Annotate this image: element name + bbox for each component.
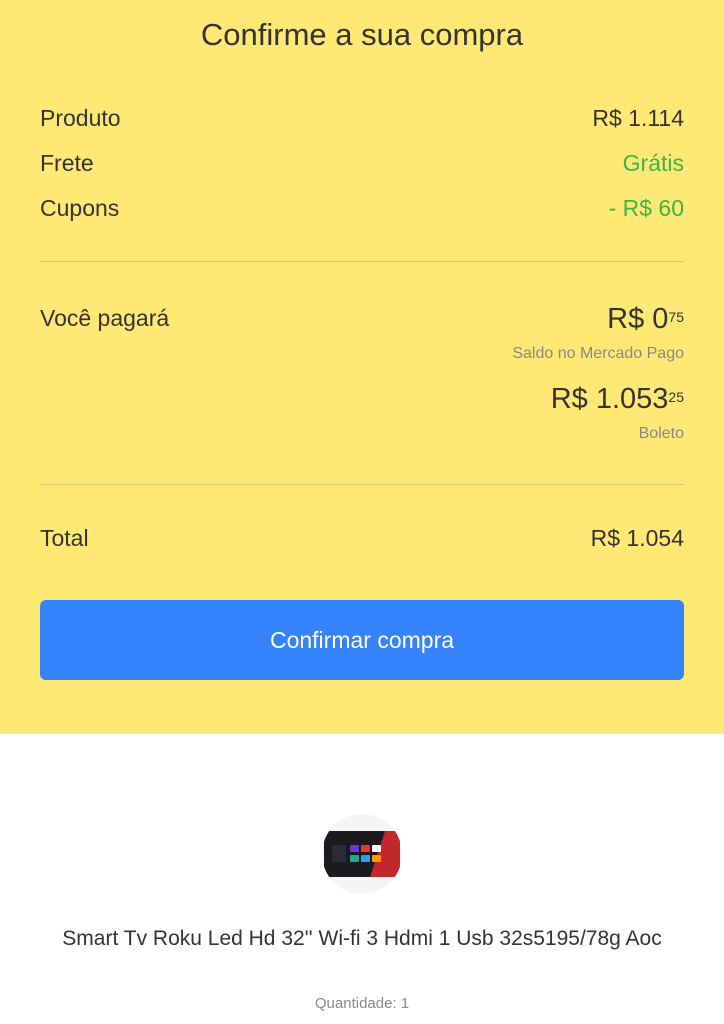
payment-method-boleto: Boleto [638,425,684,442]
divider [40,484,684,485]
page-title: Confirme a sua compra [200,17,524,52]
payment-amount-boleto: R$ 1.05325 [551,382,684,416]
payment-amount-balance: R$ 075 [607,302,684,336]
you-will-pay-label: Você pagará [40,305,170,331]
row-total: Total R$ 1.054 [40,523,684,553]
row-cupons: Cupons - R$ 60 [40,193,684,223]
row-frete: Frete Grátis [40,148,684,178]
amount-cents: 25 [668,389,684,405]
frete-label: Frete [40,149,94,176]
divider [40,261,684,262]
cupons-value: - R$ 60 [608,194,684,221]
product-name: Smart Tv Roku Led Hd 32'' Wi-fi 3 Hdmi 1… [62,927,662,950]
total-label: Total [40,524,89,551]
amount-cents: 75 [668,309,684,325]
amount-main: R$ 0 [607,303,669,335]
product-thumbnail [322,814,402,894]
produto-value: R$ 1.114 [592,104,684,131]
tv-thumbnail-icon [324,831,400,877]
produto-label: Produto [40,104,121,131]
cupons-label: Cupons [40,194,120,221]
frete-value: Grátis [622,149,684,176]
confirm-purchase-button[interactable]: Confirmar compra [40,600,684,680]
product-quantity: Quantidade: 1 [314,995,410,1012]
payment-method-balance: Saldo no Mercado Pago [512,345,684,362]
purchase-summary: Confirme a sua compra Produto R$ 1.114 F… [0,0,724,734]
amount-main: R$ 1.053 [550,383,669,415]
total-value: R$ 1.054 [590,524,684,551]
row-produto: Produto R$ 1.114 [40,103,684,133]
